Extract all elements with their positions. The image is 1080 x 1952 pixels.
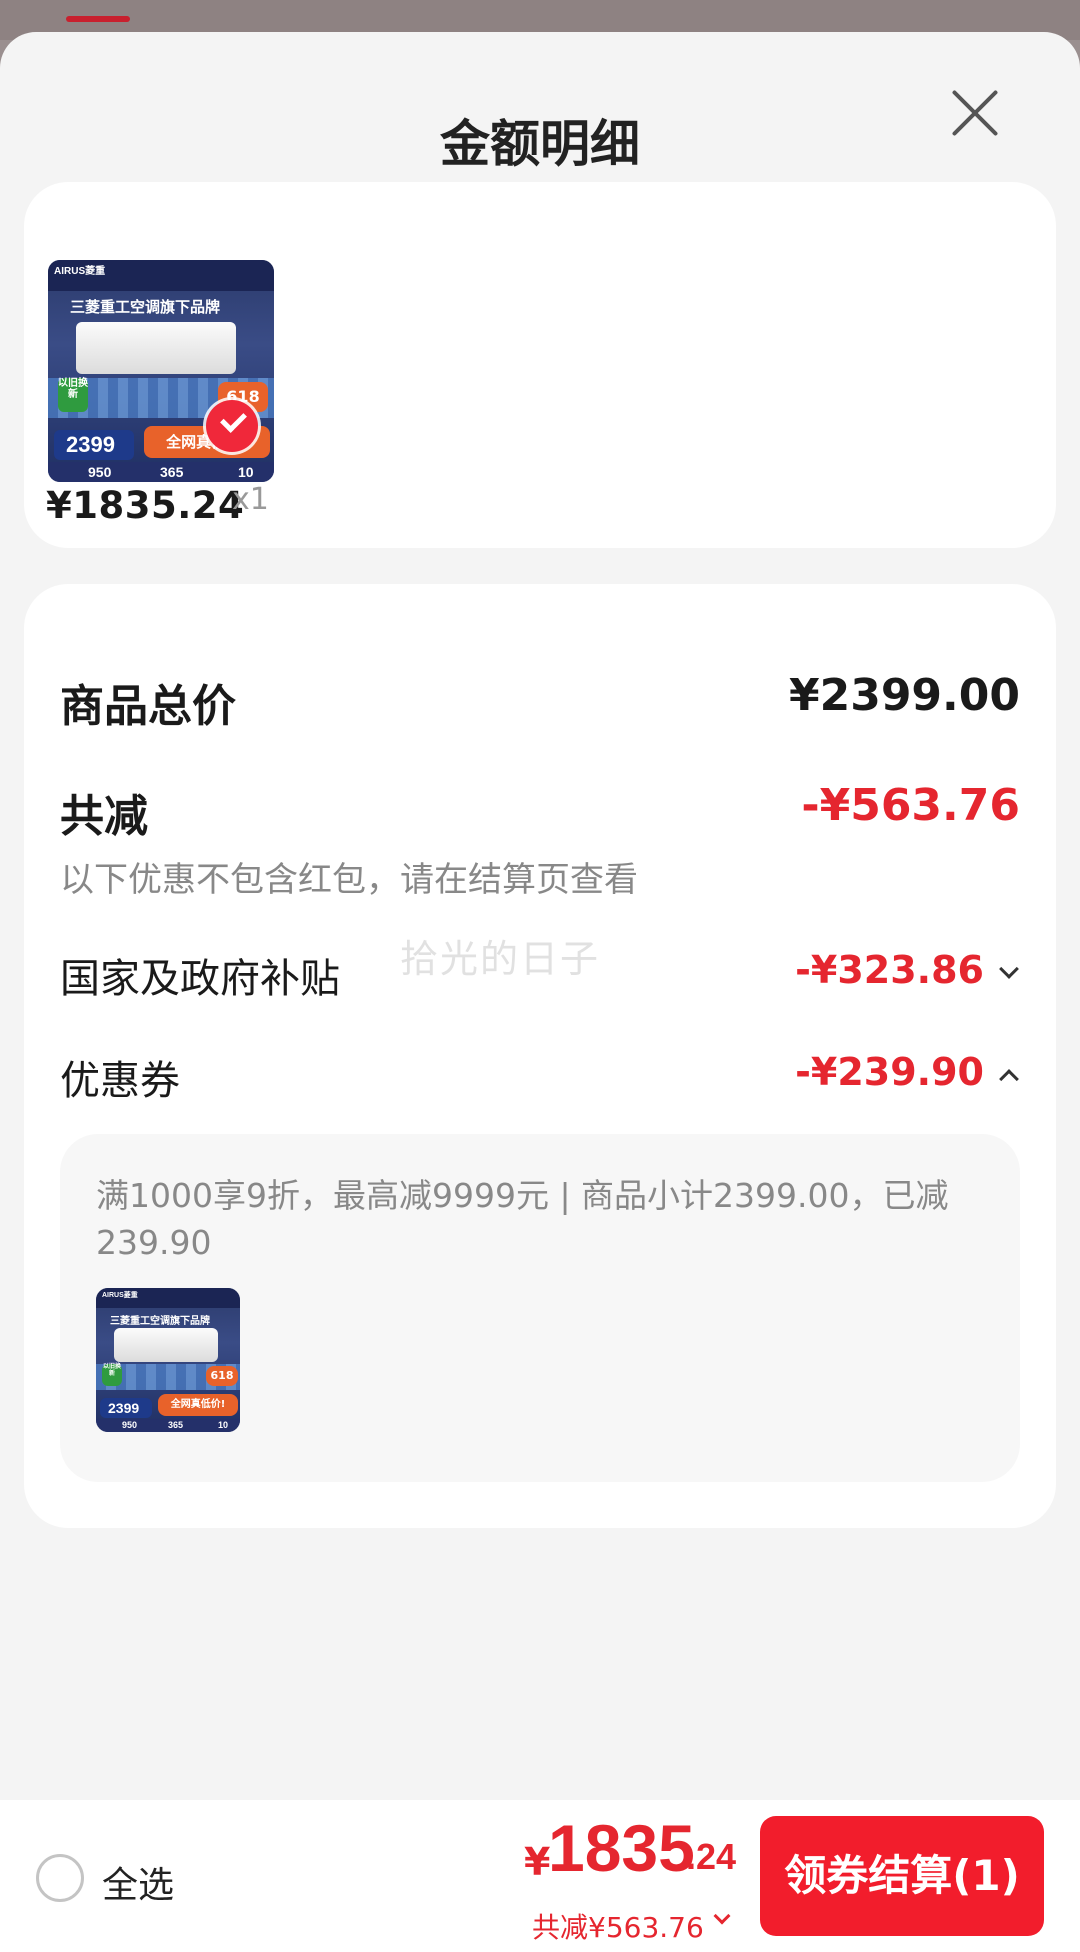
coupon-thumbnail-bottom-value-3: 10 (218, 1420, 229, 1430)
checkout-bar: 全选 ¥ 1835 .24 共减¥563.76 领券结算(1) (0, 1800, 1080, 1952)
thumbnail-bottom-value-1: 950 (88, 464, 112, 480)
coupon-thumbnail-headline: 三菱重工空调旗下品牌 (110, 1316, 210, 1327)
coupon-chevron-up-icon[interactable] (999, 1069, 1019, 1089)
thumbnail-bottom-value-3: 10 (238, 464, 254, 480)
close-icon[interactable] (940, 78, 1010, 148)
coupon-product-thumbnail[interactable]: AIRUS菱重 三菱重工空调旗下品牌 以旧换新 618 2399 全网真低价! … (96, 1288, 240, 1432)
pay-currency-symbol: ¥ (524, 1840, 551, 1884)
coupon-thumbnail-price: 2399 (100, 1398, 152, 1418)
coupon-description: 满1000享9折，最高减9999元 | 商品小计2399.00，已减239.90 (96, 1176, 949, 1262)
subsidy-chevron-down-icon[interactable] (999, 959, 1019, 979)
checkout-button[interactable]: 领券结算(1) (760, 1816, 1044, 1936)
amount-detail-sheet: 金额明细 AIRUS菱重 三菱重工空调旗下品牌 以旧换新 618 2399 全网… (0, 32, 1080, 1952)
thumbnail-brand: AIRUS菱重 (54, 266, 106, 277)
subsidy-value[interactable]: -¥323.86 (795, 948, 984, 992)
reduced-chevron-down-icon[interactable] (713, 1907, 731, 1925)
reduced-summary[interactable]: 共减¥563.76 (532, 1906, 704, 1946)
thumbnail-price: 2399 (54, 430, 134, 460)
background-logo-icon (66, 16, 130, 22)
item-price: ¥1835.24 (46, 484, 245, 527)
total-price-label: 商品总价 (60, 681, 236, 732)
thumbnail-trade-in-tag: 以旧换新 (58, 378, 88, 412)
thumbnail-bottom-value-2: 365 (160, 464, 184, 480)
amount-breakdown-card: 商品总价 ¥2399.00 共减 -¥563.76 以下优惠不包含红包，请在结算… (24, 584, 1056, 1528)
pay-amount-integer: 1835 (548, 1811, 695, 1885)
sheet-title: 金额明细 (440, 115, 640, 173)
coupon-thumbnail-event-tag: 618 (206, 1366, 238, 1386)
coupon-thumbnail-trade-in-tag: 以旧换新 (102, 1363, 122, 1386)
discount-note: 以下优惠不包含红包，请在结算页查看 (60, 860, 638, 900)
subsidy-label[interactable]: 国家及政府补贴 (60, 946, 340, 1004)
coupon-thumbnail-brand: AIRUS菱重 (102, 1292, 138, 1299)
watermark: 拾光的日子 (400, 937, 601, 981)
coupon-thumbnail-promo-tag: 全网真低价! (158, 1394, 238, 1416)
thumbnail-headline: 三菱重工空调旗下品牌 (70, 298, 221, 316)
product-card: AIRUS菱重 三菱重工空调旗下品牌 以旧换新 618 2399 全网真低价! … (24, 182, 1056, 548)
select-all-radio[interactable] (36, 1854, 84, 1902)
selected-check-icon[interactable] (206, 400, 258, 452)
total-price-value: ¥2399.00 (788, 670, 1020, 721)
total-reduction-value: -¥563.76 (801, 780, 1020, 831)
coupon-detail-panel: 满1000享9折，最高减9999元 | 商品小计2399.00，已减239.90… (60, 1134, 1020, 1482)
coupon-thumbnail-bottom-value-2: 365 (168, 1420, 184, 1430)
item-quantity: x1 (232, 482, 269, 517)
select-all-label[interactable]: 全选 (102, 1856, 174, 1908)
coupon-label[interactable]: 优惠券 (60, 1048, 180, 1106)
total-reduction-label: 共减 (60, 791, 148, 842)
coupon-thumbnail-bottom-value-1: 950 (122, 1420, 138, 1430)
coupon-value[interactable]: -¥239.90 (795, 1050, 984, 1094)
pay-amount-decimal: .24 (686, 1836, 737, 1877)
